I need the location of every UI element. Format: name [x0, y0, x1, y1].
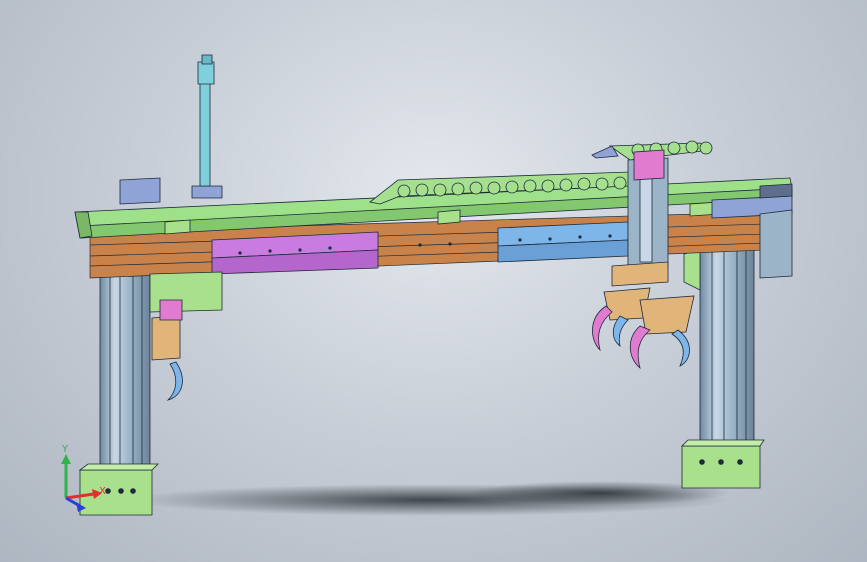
y-axis-arrow	[61, 454, 71, 464]
x-axis-line	[65, 492, 95, 500]
carriage-blue[interactable]	[497, 221, 629, 263]
right-gripper[interactable]	[592, 261, 695, 370]
left-gripper[interactable]	[149, 271, 223, 401]
y-axis-label: Y	[62, 444, 69, 455]
gantry-model[interactable]	[0, 0, 867, 562]
right-foot[interactable]	[681, 439, 765, 489]
z-axis-arrow	[76, 502, 86, 512]
right-column[interactable]	[683, 244, 755, 452]
ground-shadow	[130, 481, 730, 516]
vertical-cylinder[interactable]	[191, 54, 223, 199]
axis-triad	[61, 454, 102, 512]
cad-viewport[interactable]: Y X	[0, 0, 867, 562]
z-axis-module[interactable]	[627, 149, 669, 271]
x-axis-label: X	[99, 486, 106, 497]
